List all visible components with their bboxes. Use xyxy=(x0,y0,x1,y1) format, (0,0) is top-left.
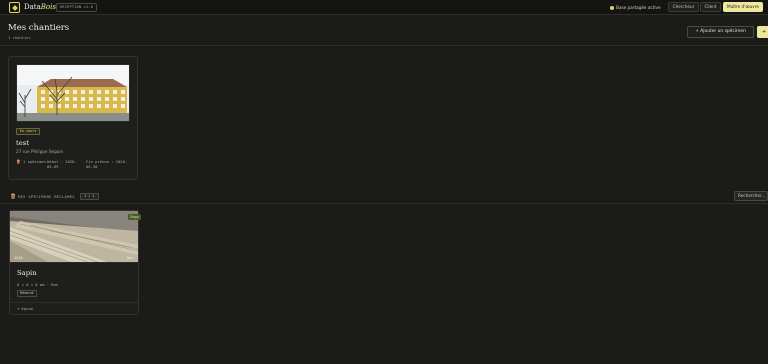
chantier-name: test xyxy=(16,139,29,147)
chantier-address: 27 rue Philippe Seguin xyxy=(16,149,64,154)
version-badge: RÉCEPTION v1.0 xyxy=(56,3,98,12)
add-specimen-button[interactable]: + Ajouter un spécimen xyxy=(687,26,754,38)
logo-icon xyxy=(9,2,20,13)
building-photo-icon xyxy=(17,65,129,121)
page-header xyxy=(0,15,768,46)
wood-icon: 🪵 xyxy=(10,194,17,200)
specimen-dimensions: 0 × 0 × 0 mm · Bon xyxy=(17,282,59,287)
top-bar: DataBois RÉCEPTION v1.0 Base partagée ac… xyxy=(0,0,768,15)
db-status-label: Base partagée active xyxy=(616,5,661,10)
specimen-photo xyxy=(10,211,138,263)
db-status-dot-icon xyxy=(610,5,614,10)
condition-label: Bon xyxy=(127,256,134,260)
end-date: Fin prévue : 2026-06-30 xyxy=(86,159,128,169)
role-client-button[interactable]: Client xyxy=(700,2,721,12)
role-chercheur-button[interactable]: Chercheur xyxy=(668,2,699,12)
start-date: Début : 2026-05-09 xyxy=(47,159,77,169)
reserved-badge: Réservé xyxy=(17,290,37,297)
availability-tag: Dispo xyxy=(128,214,141,220)
specimen-count-pill: 1 / 1 xyxy=(80,193,99,200)
page-subtitle: 1 chantier xyxy=(8,35,31,40)
wood-planks-photo-icon xyxy=(10,211,138,262)
brand-name: DataBois xyxy=(24,3,56,11)
specimen-id-label: 1234 xyxy=(14,256,23,260)
status-badge: En cours xyxy=(16,128,41,135)
card-divider xyxy=(10,302,138,303)
wood-icon: 🪵 xyxy=(16,159,24,164)
search-input[interactable]: Rechercher... xyxy=(734,191,768,201)
specimen-count-meta: 🪵 1 spécimen xyxy=(16,159,46,164)
specimens-section-bar xyxy=(0,191,768,204)
specimen-name: Sapin xyxy=(17,269,37,277)
chantier-card[interactable]: En cours test 27 rue Philippe Seguin 🪵 1… xyxy=(8,56,138,180)
chantier-photo xyxy=(16,64,130,122)
specimen-card[interactable]: Dispo 1234 Bon Sapin 0 × 0 × 0 mm · Bon … xyxy=(9,210,141,315)
page-title: Mes chantiers xyxy=(8,23,70,33)
specimen-location: + épinal xyxy=(17,306,33,311)
role-maitre-oeuvre-button[interactable]: Maître d'œuvre xyxy=(723,2,763,12)
add-chantier-button[interactable]: + xyxy=(757,26,768,38)
specimens-section-label: MES SPÉCIMENS RÉCLAMÉS xyxy=(18,194,75,199)
